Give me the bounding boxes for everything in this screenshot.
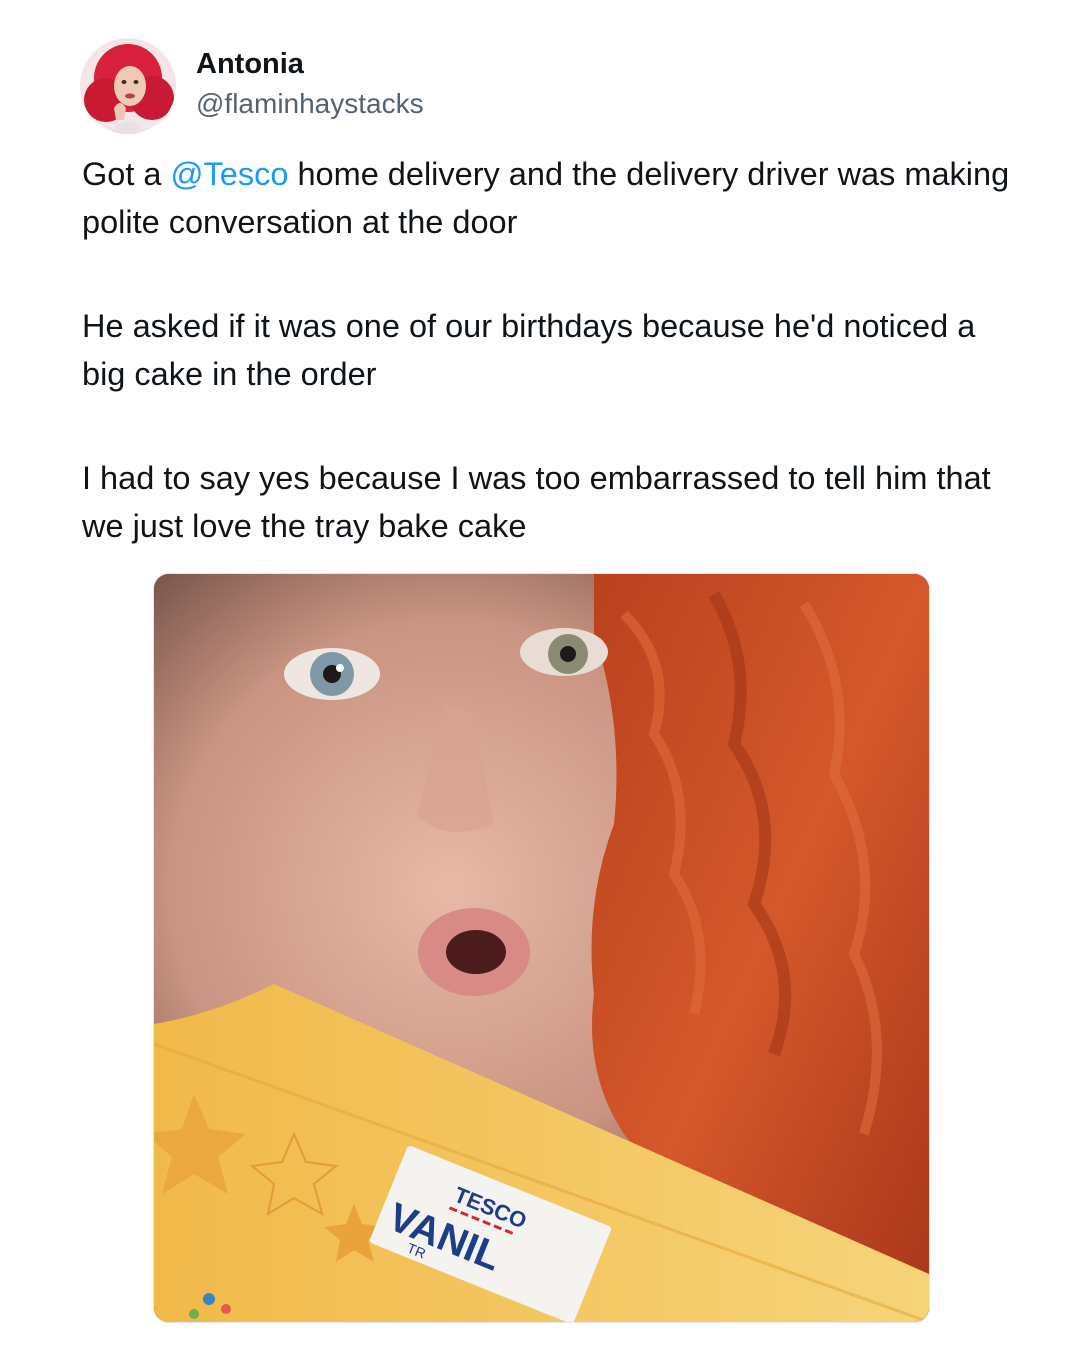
mention-link-tesco[interactable]: @Tesco [171,156,289,192]
author-display-name[interactable]: Antonia [196,46,304,82]
tweet-paragraph-1: Got a @Tesco home delivery and the deliv… [82,150,1012,246]
author-avatar[interactable] [80,38,176,134]
author-handle[interactable]: @flaminhaystacks [196,86,424,122]
tweet-body: Got a @Tesco home delivery and the deliv… [82,150,1012,606]
tweet-paragraph-1-prefix: Got a [82,156,171,192]
tweet-paragraph-3: I had to say yes because I was too embar… [82,460,991,544]
tweet-photo[interactable]: TESCO VANIL TR [153,573,930,1323]
tweet-card: Antonia @flaminhaystacks Got a @Tesco ho… [0,0,1080,1350]
tweet-paragraph-2: He asked if it was one of our birthdays … [82,308,976,392]
